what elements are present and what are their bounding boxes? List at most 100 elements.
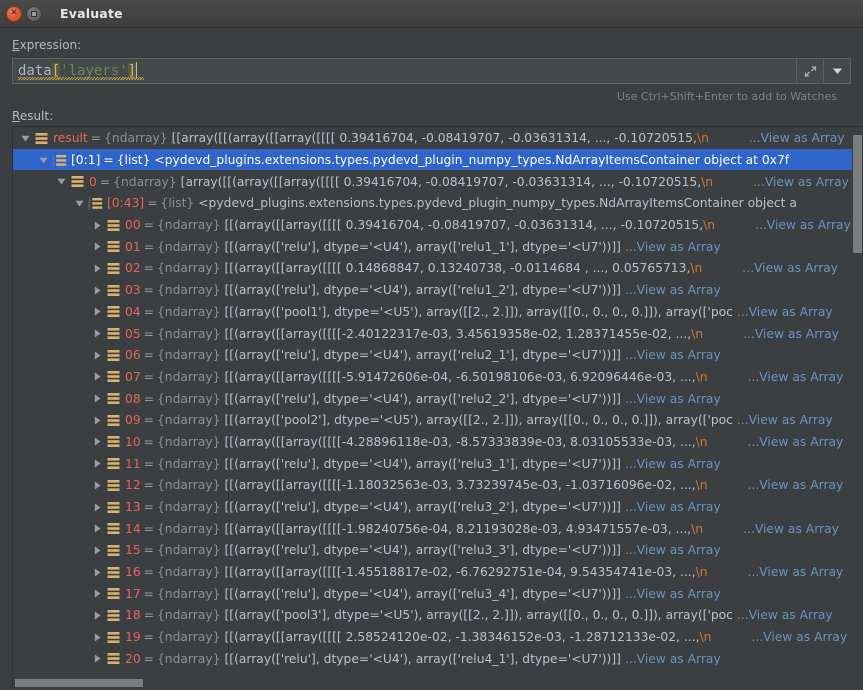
tree-row-type: {ndarray} [156,326,221,341]
triangle-right-icon[interactable] [89,524,105,533]
tree-row-escape-sequence: \n [703,218,716,233]
tree-row-type: {ndarray} [156,304,221,319]
tree-row[interactable]: 01 = {ndarray} [[(array(['relu'], dtype='<U… [13,235,863,257]
tree-row[interactable]: 10 = {ndarray} [[(array([[array([[[[-4.2889… [13,431,863,453]
expression-input[interactable]: data['layers'] [13,59,796,83]
view-as-array-link[interactable]: ...View as Array [625,543,721,557]
triangle-right-icon[interactable] [89,329,105,338]
chevron-down-icon[interactable] [823,59,850,83]
tree-row[interactable]: 19 = {ndarray} [[(array([[array([[[[ 2.5852… [13,626,863,648]
view-as-array-link[interactable]: ...View as Array [742,261,838,275]
text-caret [136,61,138,79]
tree-row[interactable]: 15 = {ndarray} [[(array(['relu'], dtype='<U… [13,539,863,561]
triangle-right-icon[interactable] [89,307,105,316]
view-as-array-link[interactable]: ...View as Array [753,175,849,189]
tree-row-value: [[(array(['relu'], dtype='<U4'), array([… [224,651,621,666]
tree-row[interactable]: 00 = {ndarray} [[(array([[array([[[[ 0.3941… [13,214,863,236]
triangle-right-icon[interactable] [89,286,105,295]
view-as-array-link[interactable]: ...View as Array [737,413,833,427]
triangle-right-icon[interactable] [89,568,105,577]
triangle-down-icon[interactable] [35,156,51,165]
tree-row[interactable]: 1 2 3 [0:43] = {list} <pydevd_plugins.extensio… [13,192,863,214]
triangle-right-icon[interactable] [89,264,105,273]
triangle-right-icon[interactable] [89,503,105,512]
horizontal-scrollbar-thumb[interactable] [15,679,143,687]
view-as-array-link[interactable]: ...View as Array [748,435,844,449]
view-as-array-link[interactable]: ...View as Array [743,327,839,341]
view-as-array-link[interactable]: ...View as Array [625,240,721,254]
ndarray-icon [105,587,122,600]
tree-row[interactable]: 13 = {ndarray} [[(array(['relu'], dtype='<U… [13,496,863,518]
tree-row-equals: = [99,174,111,189]
tree-row-key: 01 [125,239,141,254]
triangle-right-icon[interactable] [89,546,105,555]
result-tree[interactable]: result = {ndarray} [[array([[(array([[array… [13,127,863,688]
tree-row[interactable]: 03 = {ndarray} [[(array(['relu'], dtype='<U… [13,279,863,301]
view-as-array-link[interactable]: ...View as Array [625,392,721,406]
tree-row[interactable]: 18 = {ndarray} [[(array(['pool3'], dtype='<… [13,604,863,626]
tree-row-equals: = [143,239,154,254]
tree-row[interactable]: 05 = {ndarray} [[(array([[array([[[[-2.4012… [13,322,863,344]
horizontal-scrollbar[interactable] [13,678,863,688]
tree-row-value: [[(array(['relu'], dtype='<U4'), array([… [224,586,621,601]
tree-row-value: [[(array(['pool2'], dtype='<U5'), array(… [224,413,733,428]
triangle-right-icon[interactable] [89,242,105,251]
view-as-array-link[interactable]: ...View as Array [625,587,721,601]
triangle-down-icon[interactable] [53,177,69,186]
triangle-right-icon[interactable] [89,611,105,620]
view-as-array-link[interactable]: ...View as Array [743,522,839,536]
view-as-array-link[interactable]: ...View as Array [748,478,844,492]
tree-row[interactable]: 08 = {ndarray} [[(array(['relu'], dtype='<U… [13,387,863,409]
view-as-array-link[interactable]: ...View as Array [749,131,845,145]
triangle-down-icon[interactable] [71,199,87,208]
window-title: Evaluate [60,6,123,21]
maximize-icon[interactable] [26,5,42,22]
triangle-right-icon[interactable] [89,589,105,598]
tree-row[interactable]: 17 = {ndarray} [[(array(['relu'], dtype='<U… [13,582,863,604]
triangle-right-icon[interactable] [89,633,105,642]
triangle-right-icon[interactable] [89,459,105,468]
tree-row[interactable]: 12 = {ndarray} [[(array([[array([[[[-1.1803… [13,474,863,496]
tree-row[interactable]: 04 = {ndarray} [[(array(['pool1'], dtype='<… [13,301,863,323]
tree-row[interactable]: 14 = {ndarray} [[(array([[array([[[[-1.9824… [13,517,863,539]
view-as-array-link[interactable]: ...View as Array [737,305,833,319]
tree-row[interactable]: 02 = {ndarray} [[(array([[array([[[[ 0.1486… [13,257,863,279]
tree-row[interactable]: 1 2 3 [0:1] = {list} <pydevd_plugins.extension… [13,148,863,171]
tree-row[interactable]: 11 = {ndarray} [[(array(['relu'], dtype='<U… [13,452,863,474]
tree-row[interactable]: 06 = {ndarray} [[(array(['relu'], dtype='<U… [13,344,863,366]
tree-row-value: [[(array([[array([[[[-1.18032563e-03, 3.… [224,478,696,493]
triangle-right-icon[interactable] [89,481,105,490]
tree-row[interactable]: 07 = {ndarray} [[(array([[array([[[[-5.9147… [13,366,863,388]
tree-row-type: {ndarray} [156,413,221,428]
view-as-array-link[interactable]: ...View as Array [625,457,721,471]
triangle-right-icon[interactable] [89,437,105,446]
view-as-array-link[interactable]: ...View as Array [748,565,844,579]
view-as-array-link[interactable]: ...View as Array [751,630,847,644]
view-as-array-link[interactable]: ...View as Array [625,500,721,514]
triangle-right-icon[interactable] [89,416,105,425]
view-as-array-link[interactable]: ...View as Array [755,218,851,232]
view-as-array-link[interactable]: ...View as Array [748,370,844,384]
view-as-array-link[interactable]: ...View as Array [625,652,721,666]
triangle-right-icon[interactable] [89,221,105,230]
triangle-right-icon[interactable] [89,372,105,381]
vertical-scrollbar[interactable] [852,127,863,688]
view-as-array-link[interactable]: ...View as Array [737,608,833,622]
tree-row-key: 05 [125,326,141,341]
triangle-down-icon[interactable] [17,134,33,143]
triangle-right-icon[interactable] [89,654,105,663]
tree-row-type: {ndarray} [156,608,221,623]
view-as-array-link[interactable]: ...View as Array [625,283,721,297]
triangle-right-icon[interactable] [89,394,105,403]
tree-row[interactable]: 20 = {ndarray} [[(array(['relu'], dtype='<U… [13,648,863,670]
view-as-array-link[interactable]: ...View as Array [625,348,721,362]
tree-row[interactable]: result = {ndarray} [[array([[(array([[array… [13,127,863,149]
tree-row[interactable]: 0 = {ndarray} [array([[(array([[array([[[[ … [13,170,863,192]
expand-editor-icon[interactable] [796,59,823,83]
vertical-scrollbar-thumb[interactable] [853,135,862,253]
tree-row-equals: = [143,434,154,449]
close-icon[interactable]: ✕ [6,5,22,22]
triangle-right-icon[interactable] [89,351,105,360]
tree-row[interactable]: 09 = {ndarray} [[(array(['pool2'], dtype='<… [13,409,863,431]
tree-row[interactable]: 16 = {ndarray} [[(array([[array([[[[-1.4551… [13,561,863,583]
